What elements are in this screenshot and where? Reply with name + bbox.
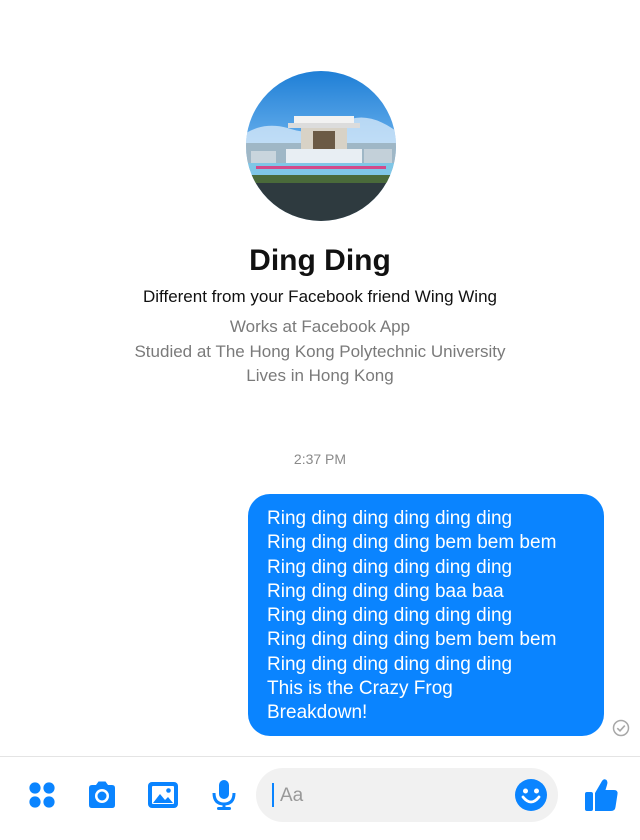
message-timestamp: 2:37 PM <box>293 451 347 467</box>
sent-message-bubble[interactable]: Ring ding ding ding ding ding Ring ding … <box>248 494 604 736</box>
message-composer[interactable] <box>256 768 558 822</box>
message-input[interactable] <box>278 780 502 812</box>
message-line: Ring ding ding ding ding ding <box>267 653 513 675</box>
sent-check-icon <box>612 719 630 737</box>
message-line: Ring ding ding ding ding ding <box>267 556 513 578</box>
message-line: Ring ding ding ding bem bem bem <box>267 532 557 554</box>
profile-education: Studied at The Hong Kong Polytechnic Uni… <box>134 342 506 361</box>
message-line: Ring ding ding ding bem bem bem <box>267 629 557 651</box>
thumbs-up-icon[interactable] <box>582 776 620 814</box>
microphone-icon[interactable] <box>207 778 241 812</box>
profile-location: Lives in Hong Kong <box>246 366 394 385</box>
avatar-photo <box>246 71 396 221</box>
message-line: Ring ding ding ding ding ding <box>267 605 513 627</box>
composer-divider <box>0 756 640 757</box>
text-cursor <box>272 783 274 807</box>
message-line: Breakdown! <box>267 702 368 724</box>
message-line: Ring ding ding ding baa baa <box>267 580 504 602</box>
emoji-icon[interactable] <box>514 778 548 812</box>
profile-avatar[interactable] <box>246 71 396 221</box>
camera-icon[interactable] <box>85 778 119 812</box>
gallery-icon[interactable] <box>146 778 180 812</box>
profile-name: Ding Ding <box>249 244 391 277</box>
profile-work: Works at Facebook App <box>229 317 411 336</box>
message-line: This is the Crazy Frog <box>267 678 453 700</box>
profile-subtitle: Different from your Facebook friend Wing… <box>143 287 497 306</box>
message-line: Ring ding ding ding ding ding <box>267 508 513 529</box>
apps-icon[interactable] <box>25 778 59 812</box>
